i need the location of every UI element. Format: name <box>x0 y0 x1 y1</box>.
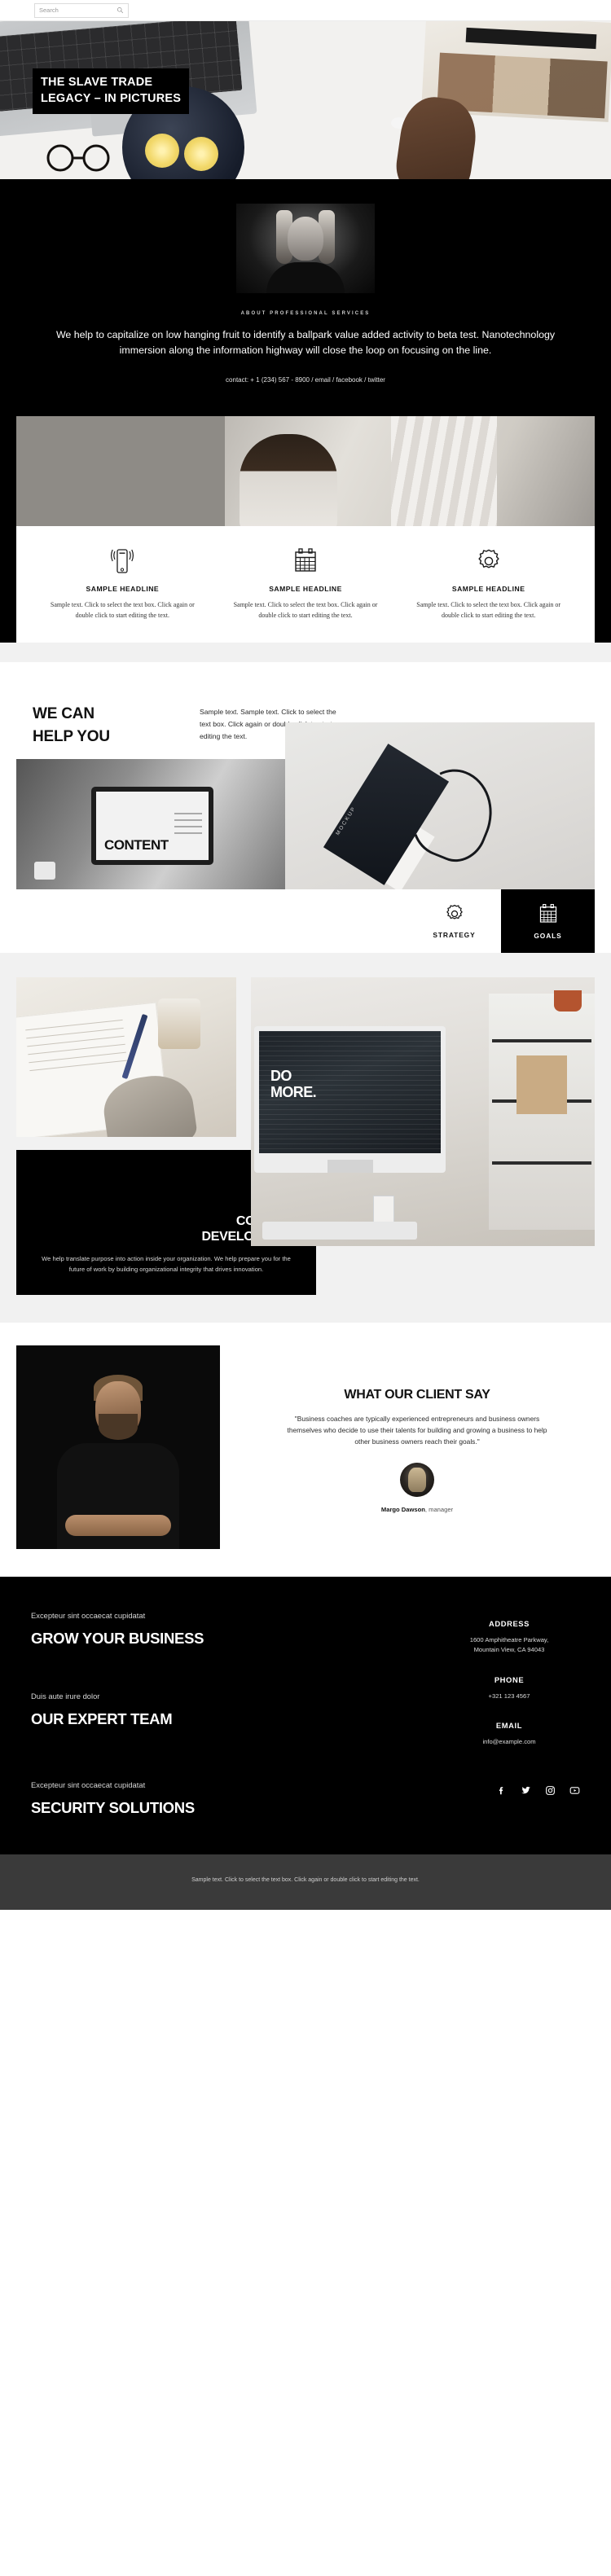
mobile-signal-icon <box>46 544 200 578</box>
help-heading-line2: HELP YOU <box>33 727 110 745</box>
help-section: WE CAN HELP YOU Sample text. Sample text… <box>0 662 611 954</box>
avatar <box>400 1462 434 1497</box>
features-row: SAMPLE HEADLINE Sample text. Click to se… <box>16 526 595 643</box>
instagram-icon[interactable] <box>545 1785 556 1796</box>
cta-title[interactable]: SECURITY SOLUTIONS <box>31 1799 496 1817</box>
cta-block: Excepteur sint occaecat cupidatat GROW Y… <box>31 1611 424 1648</box>
about-kicker: ABOUT PROFESSIONAL SERVICES <box>240 311 371 316</box>
about-lead-paragraph: We help to capitalize on low hanging fru… <box>55 329 556 357</box>
plant-pot-graphic <box>554 990 582 1012</box>
search-input[interactable] <box>39 7 104 14</box>
cta-subtitle: Excepteur sint occaecat cupidatat <box>31 1610 146 1620</box>
feature-title: SAMPLE HEADLINE <box>86 585 160 594</box>
bottom-text: Sample text. Click to select the text bo… <box>191 1876 420 1883</box>
cta-block: Excepteur sint occaecat cupidatat SECURI… <box>31 1780 496 1817</box>
feature-card: SAMPLE HEADLINE Sample text. Click to se… <box>397 544 580 621</box>
address-line1: 1600 Amphitheatre Parkway, <box>469 1635 549 1643</box>
cta-last-section: Excepteur sint occaecat cupidatat SECURI… <box>0 1780 611 1854</box>
calendar-icon <box>539 903 556 923</box>
help-photo-meeting: CONTENT <box>16 759 285 890</box>
screen-slogan: DO MORE. <box>270 1068 317 1100</box>
feature-card: SAMPLE HEADLINE Sample text. Click to se… <box>214 544 398 621</box>
about-contact-line[interactable]: contact: + 1 (234) 567 - 8900 / email / … <box>0 376 611 384</box>
concept-photo-desk: DO MORE. <box>251 977 595 1247</box>
cta-title[interactable]: GROW YOUR BUSINESS <box>31 1630 424 1648</box>
help-heading-line1: WE CAN <box>33 705 95 723</box>
help-box-label: GOALS <box>534 931 562 940</box>
concept-text: We help translate purpose into action in… <box>42 1254 291 1273</box>
concept-photo-writing <box>16 977 236 1138</box>
testimonial-heading: WHAT OUR CLIENT SAY <box>344 1387 490 1402</box>
calendar-icon <box>229 544 383 578</box>
testimonial-author-role: , manager <box>424 1505 454 1513</box>
laptop-screen-word: CONTENT <box>104 837 169 854</box>
address-line2: Mountain View, CA 94043 <box>473 1646 545 1654</box>
twitter-icon[interactable] <box>521 1785 531 1796</box>
search-box[interactable] <box>34 2 129 18</box>
cta-section: Excepteur sint occaecat cupidatat GROW Y… <box>0 1576 611 1780</box>
help-boxes: STRATEGY GOALS <box>16 889 595 954</box>
search-icon[interactable] <box>116 7 124 14</box>
help-box-goals[interactable]: GOALS <box>501 889 595 954</box>
screen-slogan-line1: DO <box>270 1068 292 1085</box>
feature-title: SAMPLE HEADLINE <box>451 585 525 594</box>
testimonial-section: WHAT OUR CLIENT SAY "Business coaches ar… <box>0 1322 611 1577</box>
page-root: THE SLAVE TRADE LEGACY – IN PICTURES ABO… <box>0 0 611 1911</box>
email-label: EMAIL <box>495 1721 523 1731</box>
cta-block: Duis aute irure dolor OUR EXPERT TEAM <box>31 1692 424 1728</box>
gear-icon <box>446 905 463 919</box>
phone-value[interactable]: +321 123 4567 <box>424 1692 595 1702</box>
contact-info: ADDRESS 1600 Amphitheatre Parkway, Mount… <box>424 1611 595 1772</box>
glasses-graphic <box>46 144 110 172</box>
feature-title: SAMPLE HEADLINE <box>269 585 342 594</box>
screen-slogan-line2: MORE. <box>270 1083 317 1100</box>
testimonial-author: Margo Dawson, manager <box>240 1506 595 1513</box>
hero-title-line2: LEGACY – IN PICTURES <box>41 91 182 105</box>
gear-icon <box>411 544 565 578</box>
lemon-slice-icon <box>145 134 179 168</box>
phone-label: PHONE <box>494 1674 525 1684</box>
imac-graphic: DO MORE. <box>254 1026 446 1174</box>
mockup-tag-word: MOCKUP <box>335 805 358 837</box>
testimonial-photo <box>16 1345 220 1549</box>
feature-text: Sample text. Click to select the text bo… <box>233 601 378 620</box>
about-section: ABOUT PROFESSIONAL SERVICES We help to c… <box>0 179 611 417</box>
help-box-label: STRATEGY <box>433 931 476 940</box>
address-value: 1600 Amphitheatre Parkway, Mountain View… <box>424 1635 595 1656</box>
youtube-icon[interactable] <box>569 1785 580 1796</box>
lemon-slice-icon <box>184 137 218 171</box>
feature-text: Sample text. Click to select the text bo… <box>50 601 195 620</box>
testimonial-author-name: Margo Dawson <box>380 1505 425 1513</box>
cta-subtitle: Duis aute irure dolor <box>31 1691 100 1701</box>
top-bar <box>0 0 611 21</box>
about-portrait-photo <box>236 204 375 293</box>
hero-title: THE SLAVE TRADE LEGACY – IN PICTURES <box>33 68 190 115</box>
feature-card: SAMPLE HEADLINE Sample text. Click to se… <box>31 544 214 621</box>
help-box-strategy[interactable]: STRATEGY <box>407 889 501 954</box>
cta-title[interactable]: OUR EXPERT TEAM <box>31 1710 424 1728</box>
address-label: ADDRESS <box>488 1618 530 1628</box>
help-heading: WE CAN HELP YOU <box>16 690 200 748</box>
help-photo-mockup: MOCKUP <box>285 722 595 890</box>
email-value[interactable]: info@example.com <box>424 1737 595 1748</box>
social-links <box>496 1780 580 1796</box>
bottom-bar: Sample text. Click to select the text bo… <box>0 1854 611 1911</box>
features-band: SAMPLE HEADLINE Sample text. Click to se… <box>0 416 611 643</box>
facebook-icon[interactable] <box>496 1785 507 1796</box>
concept-section: 01. CONCEPT DEVELOPMENT We help translat… <box>0 953 611 1323</box>
hero-title-line1: THE SLAVE TRADE <box>41 76 153 89</box>
section-spacer <box>0 643 611 663</box>
testimonial-quote: "Business coaches are typically experien… <box>287 1414 547 1446</box>
hero-section: THE SLAVE TRADE LEGACY – IN PICTURES <box>0 21 611 179</box>
features-hero-photo <box>16 416 595 527</box>
cta-subtitle: Excepteur sint occaecat cupidatat <box>31 1780 146 1789</box>
feature-text: Sample text. Click to select the text bo… <box>416 601 561 620</box>
